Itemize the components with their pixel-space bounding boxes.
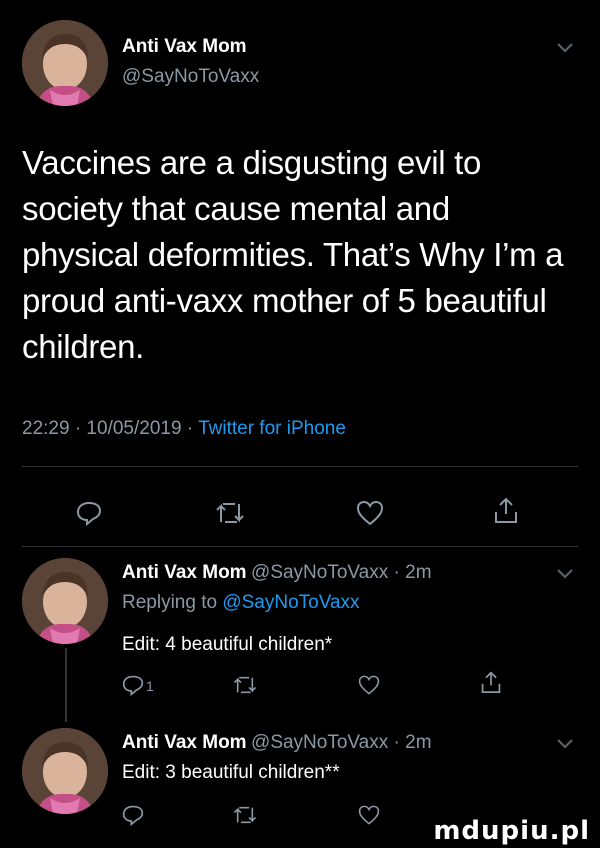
watermark: mdupiu.pl <box>433 816 590 846</box>
tweet-text: Vaccines are a disgusting evil to societ… <box>22 140 592 370</box>
reply-count: 1 <box>146 678 154 694</box>
like-icon[interactable] <box>358 804 380 826</box>
replying-to: Replying to @SayNoToVaxx <box>122 592 360 614</box>
tweet-text-line: children. <box>22 328 145 365</box>
retweet-icon[interactable] <box>214 500 246 526</box>
chevron-down-icon[interactable] <box>556 42 574 54</box>
chevron-down-icon[interactable] <box>556 568 574 580</box>
tweet-timestamp[interactable]: 22:29 · 10/05/2019 · <box>22 418 193 439</box>
divider <box>22 546 578 547</box>
author-name[interactable]: Anti Vax Mom <box>122 36 247 58</box>
like-icon[interactable] <box>358 674 380 696</box>
tweet-text-line: proud anti-vaxx mother of 5 beautiful <box>22 282 547 319</box>
author-handle[interactable]: @SayNoToVaxx <box>122 66 259 88</box>
reply-author-name[interactable]: Anti Vax Mom <box>122 732 247 753</box>
replying-to-handle[interactable]: @SayNoToVaxx <box>222 592 359 613</box>
replying-prefix: Replying to <box>122 592 218 613</box>
chevron-down-icon[interactable] <box>556 738 574 750</box>
retweet-icon[interactable] <box>232 674 258 696</box>
tweet-text-line: physical deformities. That’s Why I’m a <box>22 236 564 273</box>
reply-icon[interactable] <box>76 500 102 526</box>
reply-author-handle[interactable]: @SayNoToVaxx · 2m <box>251 562 432 583</box>
reply-text: Edit: 4 beautiful children* <box>122 634 333 655</box>
reply-author-name[interactable]: Anti Vax Mom <box>122 562 247 583</box>
reply-icon[interactable] <box>122 674 144 696</box>
avatar[interactable] <box>22 20 108 106</box>
reply-icon[interactable] <box>122 804 144 826</box>
like-icon[interactable] <box>356 500 384 526</box>
tweet-meta: 22:29 · 10/05/2019 · Twitter for iPhone <box>22 418 346 440</box>
tweet-text-line: Vaccines are a disgusting evil to <box>22 144 482 181</box>
tweet-source[interactable]: Twitter for iPhone <box>198 418 346 439</box>
share-icon[interactable] <box>493 496 519 524</box>
reply-text: Edit: 3 beautiful children** <box>122 762 340 783</box>
avatar[interactable] <box>22 558 108 644</box>
avatar[interactable] <box>22 728 108 814</box>
divider <box>22 466 578 467</box>
reply-author-handle[interactable]: @SayNoToVaxx · 2m <box>251 732 432 753</box>
share-icon[interactable] <box>480 670 502 694</box>
reply-header: Anti Vax Mom @SayNoToVaxx · 2m <box>122 732 432 754</box>
reply-header: Anti Vax Mom @SayNoToVaxx · 2m <box>122 562 432 584</box>
thread-line <box>65 648 67 722</box>
retweet-icon[interactable] <box>232 804 258 826</box>
tweet-text-line: society that cause mental and <box>22 190 450 227</box>
